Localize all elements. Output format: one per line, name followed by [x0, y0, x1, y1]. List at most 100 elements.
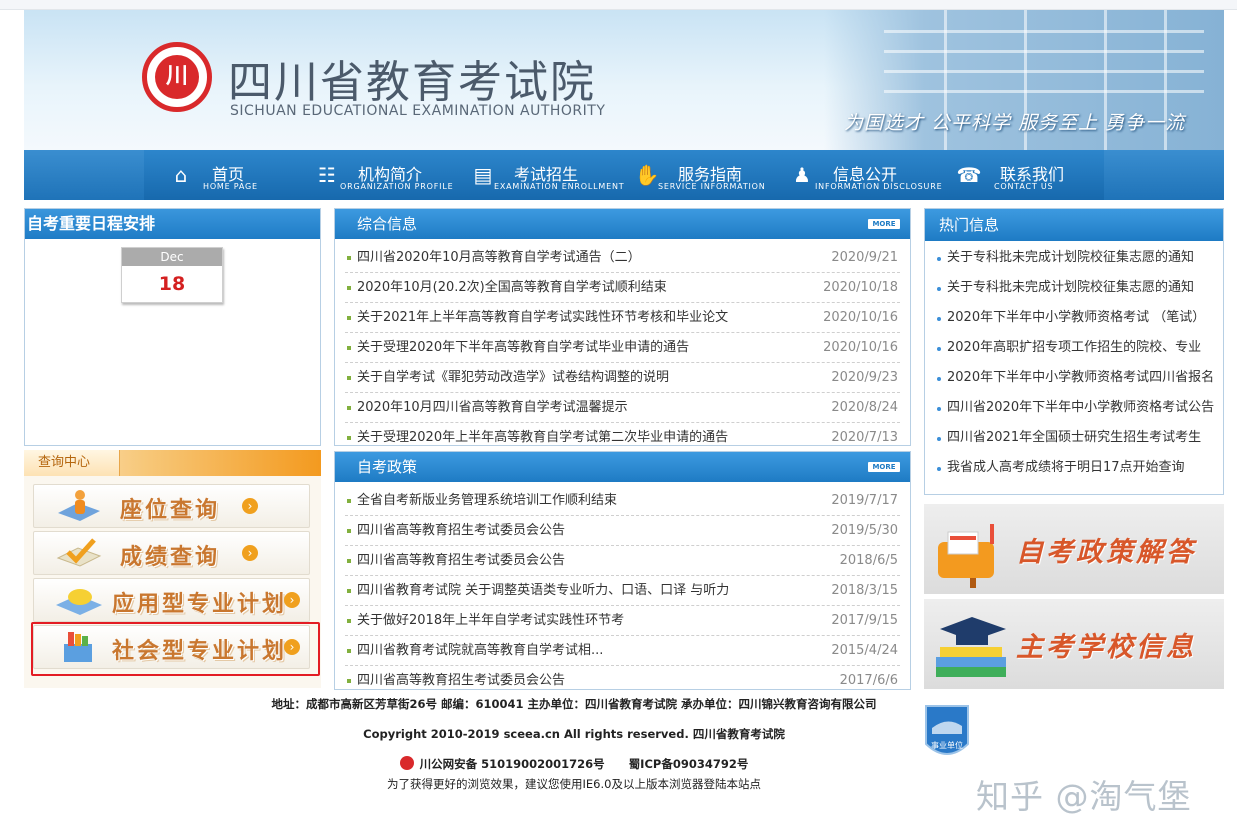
- news-title[interactable]: 关于受理2020年下半年高等教育自学考试毕业申请的通告: [357, 333, 689, 362]
- phone-icon: ☎: [956, 163, 982, 187]
- police-badge-icon: [399, 756, 414, 770]
- more-button[interactable]: MORE: [868, 219, 900, 229]
- general-info-panel: 综合信息 MORE 四川省2020年10月高等教育自学考试通告（二） 2020/9…: [334, 208, 911, 446]
- nav-item-disclosure[interactable]: ♟ 信息公开 INFORMATION DISCLOSURE: [789, 150, 954, 200]
- news-title[interactable]: 关于受理2020年上半年高等教育自学考试第二次毕业申请的通告: [357, 423, 728, 444]
- news-row[interactable]: 四川省高等教育招生考试委员会公告 2018/6/5: [345, 546, 900, 576]
- mailbox-icon: [938, 524, 994, 588]
- hot-list-item[interactable]: 2020年下半年中小学教师资格考试 （笔试）: [933, 303, 1217, 333]
- news-row[interactable]: 2020年10月四川省高等教育自学考试温馨提示 2020/8/24: [345, 393, 900, 423]
- hot-item-title[interactable]: 我省成人高考成绩将于明日17点开始查询: [947, 453, 1217, 483]
- promo-label: 主考学校信息: [1016, 632, 1196, 663]
- calendar-month: Dec: [122, 248, 222, 266]
- general-info-title: 综合信息: [357, 215, 418, 233]
- nav-item-organization[interactable]: ☷ 机构简介 ORGANIZATION PROFILE: [314, 150, 464, 200]
- news-row[interactable]: 关于受理2020年上半年高等教育自学考试第二次毕业申请的通告 2020/7/13: [345, 423, 900, 444]
- calendar-date[interactable]: Dec 18: [121, 247, 223, 303]
- hot-list-item[interactable]: 2020年高职扩招专项工作招生的院校、专业: [933, 333, 1217, 363]
- public-institution-badge-icon[interactable]: 事业单位: [922, 704, 972, 764]
- news-title[interactable]: 关于做好2018年上半年自学考试实践性环节考: [357, 606, 624, 635]
- news-row[interactable]: 关于做好2018年上半年自学考试实践性环节考 2017/9/15: [345, 606, 900, 636]
- hot-info-panel: 热门信息 关于专科批未完成计划院校征集志愿的通知 关于专科批未完成计划院校征集志…: [924, 208, 1224, 495]
- nav-item-contact[interactable]: ☎ 联系我们 CONTACT US: [956, 150, 1086, 200]
- policy-faq-banner[interactable]: 自考政策解答: [924, 504, 1224, 594]
- nav-label-en: CONTACT US: [994, 182, 1054, 191]
- authority-seal-logo[interactable]: 川: [142, 42, 212, 112]
- news-title[interactable]: 2020年10月(20.2次)全国高等教育自学考试顺利结束: [357, 273, 667, 302]
- hot-item-title[interactable]: 2020年下半年中小学教师资格考试四川省报名: [947, 363, 1217, 393]
- graduation-books-icon: [936, 617, 1006, 677]
- news-row[interactable]: 四川省教育考试院 关于调整英语类专业听力、口语、口译 与听力 2018/3/15: [345, 576, 900, 606]
- news-title[interactable]: 2020年10月四川省高等教育自学考试温馨提示: [357, 393, 628, 422]
- more-button[interactable]: MORE: [868, 462, 900, 472]
- nav-item-home[interactable]: ⌂ 首页 HOME PAGE: [168, 150, 298, 200]
- news-date: 2020/7/13: [831, 430, 898, 444]
- seat-query-button[interactable]: 座位查询 ›: [33, 484, 310, 528]
- news-row[interactable]: 四川省教育考试院就高等教育自学考试相... 2015/4/24: [345, 636, 900, 666]
- news-row[interactable]: 2020年10月(20.2次)全国高等教育自学考试顺利结束 2020/10/18: [345, 273, 900, 303]
- news-date: 2018/3/15: [831, 583, 898, 598]
- handshake-icon: ✋: [634, 163, 660, 187]
- hot-item-title[interactable]: 四川省2021年全国硕士研究生招生考试考生: [947, 423, 1217, 453]
- news-title[interactable]: 全省自考新版业务管理系统培训工作顺利结束: [357, 486, 617, 515]
- news-title[interactable]: 四川省教育考试院就高等教育自学考试相...: [357, 636, 603, 665]
- hot-item-title[interactable]: 四川省2020年下半年中小学教师资格考试公告: [947, 393, 1217, 423]
- zhihu-watermark: 知乎 @淘气堡: [976, 777, 1192, 816]
- hot-item-title[interactable]: 2020年高职扩招专项工作招生的院校、专业: [947, 333, 1217, 363]
- icp-record-link[interactable]: 蜀ICP备09034792号: [629, 757, 749, 771]
- applied-program-plan-button[interactable]: 应用型专业计划 ›: [33, 578, 310, 622]
- news-row[interactable]: 四川省高等教育招生考试委员会公告 2017/6/6: [345, 666, 900, 688]
- query-center-title: 查询中心: [24, 450, 120, 476]
- hot-list-item[interactable]: 四川省2020年下半年中小学教师资格考试公告: [933, 393, 1217, 423]
- query-button-label: 成绩查询: [120, 545, 221, 570]
- news-title[interactable]: 四川省高等教育招生考试委员会公告: [357, 516, 565, 545]
- news-row[interactable]: 关于受理2020年下半年高等教育自学考试毕业申请的通告 2020/10/16: [345, 333, 900, 363]
- news-date: 2020/9/21: [831, 250, 898, 265]
- police-record-link[interactable]: 川公网安备 51019002001726号: [420, 757, 605, 771]
- bullet-icon: [347, 406, 351, 410]
- news-title[interactable]: 四川省2020年10月高等教育自学考试通告（二）: [357, 243, 641, 272]
- news-title[interactable]: 四川省高等教育招生考试委员会公告: [357, 546, 565, 575]
- site-slogan: 为国选才 公平科学 服务至上 勇争一流: [844, 112, 1186, 134]
- home-icon: ⌂: [174, 163, 188, 187]
- news-date: 2019/7/17: [831, 493, 898, 508]
- seat-person-icon: [58, 490, 100, 521]
- hot-list-item[interactable]: 关于专科批未完成计划院校征集志愿的通知: [933, 243, 1217, 273]
- hot-item-title[interactable]: 关于专科批未完成计划院校征集志愿的通知: [947, 273, 1217, 303]
- bullet-icon: [937, 347, 941, 351]
- news-title[interactable]: 关于2021年上半年高等教育自学考试实践性环节考核和毕业论文: [357, 303, 728, 332]
- browser-top-strip: [0, 0, 1237, 10]
- check-score-icon: [56, 538, 102, 567]
- news-row[interactable]: 四川省2020年10月高等教育自学考试通告（二） 2020/9/21: [345, 243, 900, 273]
- news-title[interactable]: 四川省教育考试院 关于调整英语类专业听力、口语、口译 与听力: [357, 576, 729, 605]
- news-row[interactable]: 四川省高等教育招生考试委员会公告 2019/5/30: [345, 516, 900, 546]
- news-date: 2020/10/18: [823, 280, 898, 295]
- bullet-icon: [347, 679, 351, 683]
- site-title: 四川省教育考试院: [228, 57, 596, 108]
- news-row[interactable]: 关于自学考试《罪犯劳动改造学》试卷结构调整的说明 2020/9/23: [345, 363, 900, 393]
- nav-item-exam[interactable]: ▤ 考试招生 EXAMINATION ENROLLMENT: [470, 150, 630, 200]
- hot-item-title[interactable]: 关于专科批未完成计划院校征集志愿的通知: [947, 243, 1217, 273]
- news-date: 2019/5/30: [831, 523, 898, 538]
- score-query-button[interactable]: 成绩查询 ›: [33, 531, 310, 575]
- nav-item-service[interactable]: ✋ 服务指南 SERVICE INFORMATION: [634, 150, 784, 200]
- bullet-icon: [347, 499, 351, 503]
- bullet-icon: [347, 649, 351, 653]
- hot-list-item[interactable]: 我省成人高考成绩将于明日17点开始查询: [933, 453, 1217, 483]
- bullet-icon: [347, 376, 351, 380]
- main-nav: ⌂ 首页 HOME PAGE ☷ 机构简介 ORGANIZATION PROFI…: [24, 150, 1224, 200]
- school-info-banner[interactable]: 主考学校信息: [924, 599, 1224, 689]
- policy-panel: 自考政策 MORE 全省自考新版业务管理系统培训工作顺利结束 2019/7/17 …: [334, 451, 911, 690]
- news-title[interactable]: 四川省高等教育招生考试委员会公告: [357, 666, 565, 688]
- news-row[interactable]: 全省自考新版业务管理系统培训工作顺利结束 2019/7/17: [345, 486, 900, 516]
- news-date: 2015/4/24: [831, 643, 898, 658]
- hot-list-item[interactable]: 四川省2021年全国硕士研究生招生考试考生: [933, 423, 1217, 453]
- hot-list-item[interactable]: 关于专科批未完成计划院校征集志愿的通知: [933, 273, 1217, 303]
- badge-label: 事业单位: [931, 740, 963, 750]
- news-title[interactable]: 关于自学考试《罪犯劳动改造学》试卷结构调整的说明: [357, 363, 669, 392]
- news-date: 2020/8/24: [831, 400, 898, 415]
- bullet-icon: [347, 286, 351, 290]
- news-row[interactable]: 关于2021年上半年高等教育自学考试实践性环节考核和毕业论文 2020/10/16: [345, 303, 900, 333]
- hot-list-item[interactable]: 2020年下半年中小学教师资格考试四川省报名: [933, 363, 1217, 393]
- hot-item-title[interactable]: 2020年下半年中小学教师资格考试 （笔试）: [947, 303, 1217, 333]
